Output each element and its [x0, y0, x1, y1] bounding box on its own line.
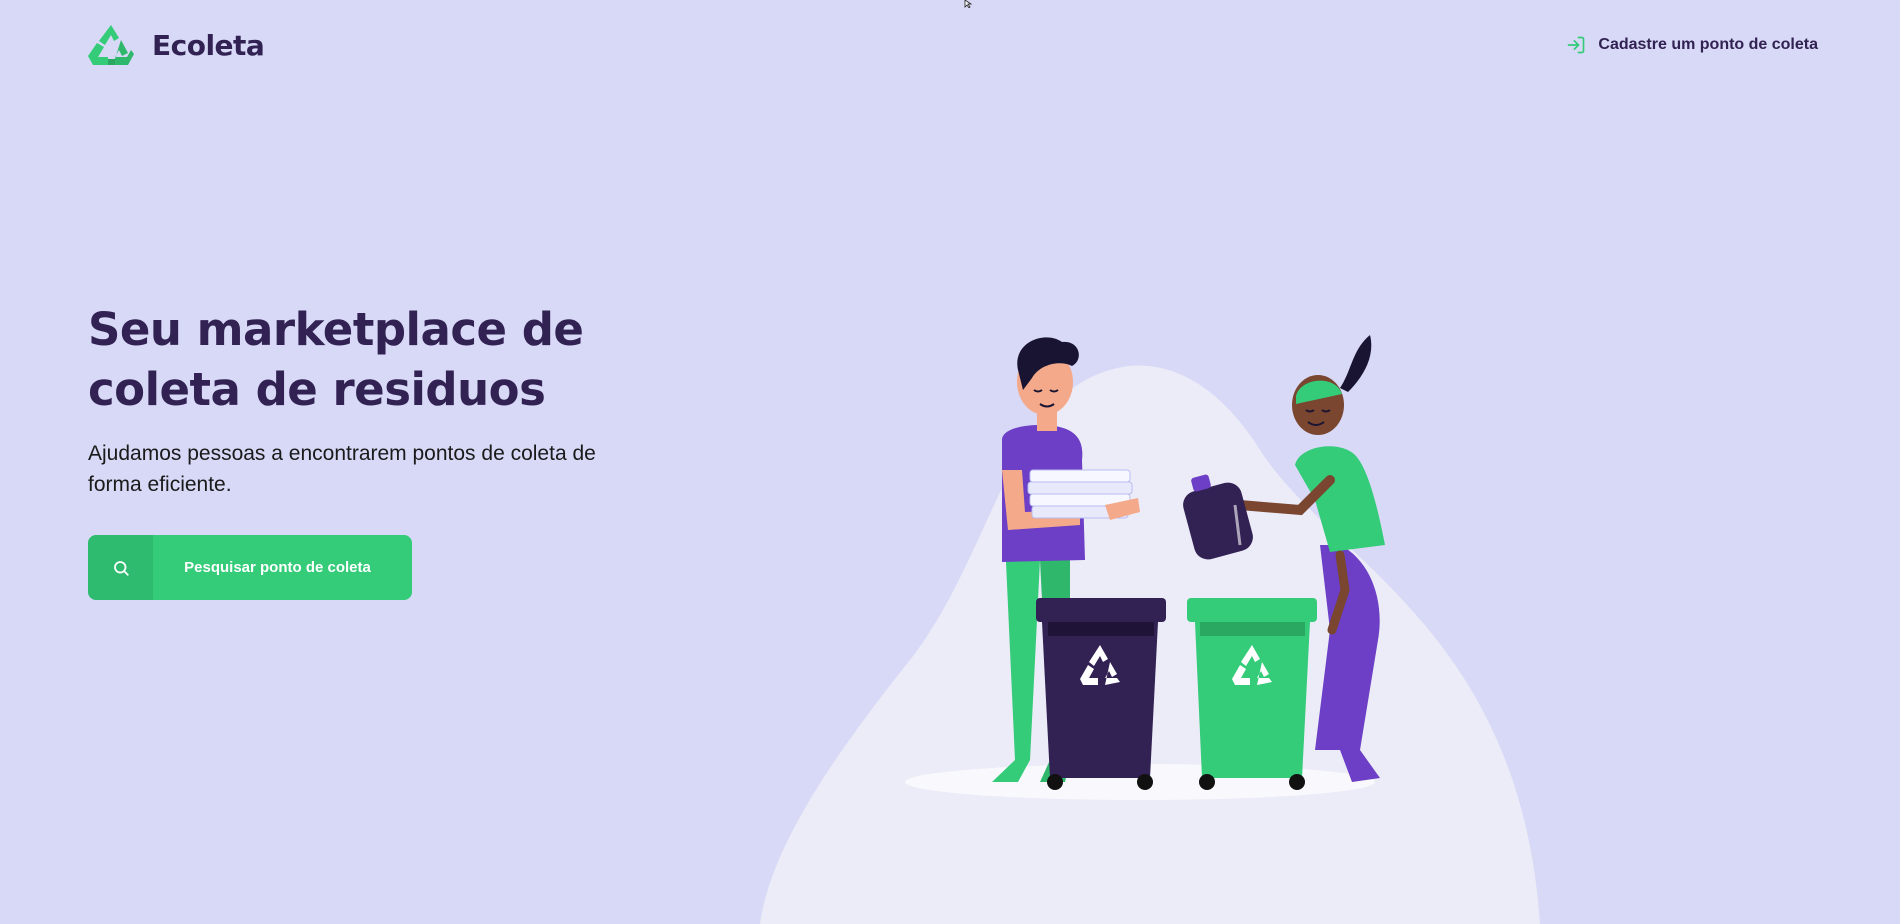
- hero-title-line2: coleta de residuos: [88, 363, 546, 416]
- logo[interactable]: Ecoleta: [88, 23, 265, 67]
- register-point-link[interactable]: Cadastre um ponto de coleta: [1566, 35, 1818, 55]
- recycle-logo-icon: [88, 25, 134, 65]
- top-header: Ecoleta Cadastre um ponto de coleta: [88, 22, 1818, 68]
- mouse-cursor-icon: [964, 0, 973, 8]
- hero-title-line1: Seu marketplace de: [88, 303, 584, 356]
- search-icon: [113, 560, 129, 576]
- hero-title: Seu marketplace de coleta de residuos: [88, 300, 648, 420]
- hero-subtitle: Ajudamos pessoas a encontrarem pontos de…: [88, 442, 596, 496]
- search-icon-box: [88, 535, 153, 600]
- log-in-icon: [1568, 36, 1585, 54]
- logo-text: Ecoleta: [152, 28, 265, 62]
- green-recycle-bin: [1187, 598, 1317, 790]
- search-button-label: Pesquisar ponto de coleta: [184, 559, 371, 576]
- search-collection-point-button[interactable]: Pesquisar ponto de coleta: [88, 535, 412, 600]
- register-point-label: Cadastre um ponto de coleta: [1598, 36, 1818, 53]
- recycling-people-illustration: [760, 335, 1540, 924]
- hero-section: Seu marketplace de coleta de residuos Aj…: [88, 300, 648, 500]
- dark-recycle-bin: [1036, 598, 1166, 790]
